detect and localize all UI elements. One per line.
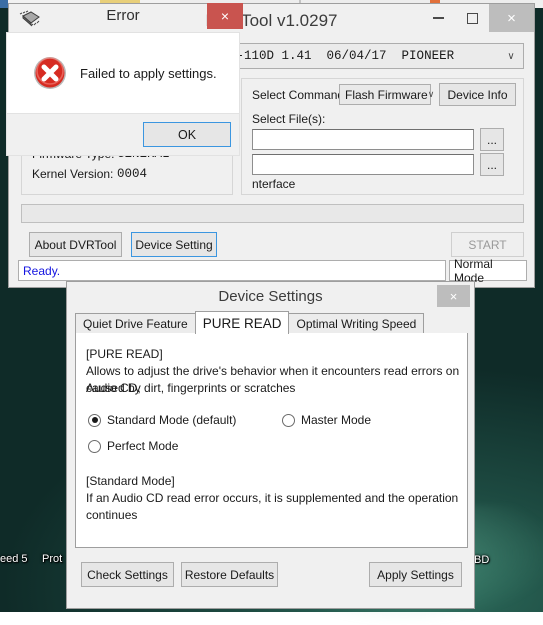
tab-quiet-drive-feature[interactable]: Quiet Drive Feature <box>75 313 196 333</box>
desktop-label-3: BD <box>474 554 489 566</box>
device-settings-title: Device Settings <box>67 282 474 312</box>
maximize-icon <box>467 13 478 24</box>
tab-optimal-writing-speed[interactable]: Optimal Writing Speed <box>288 313 424 333</box>
interface-label: nterface <box>252 177 295 191</box>
radio-label-perfect-mode: Perfect Mode <box>107 439 178 453</box>
value-kernel-version: 0004 <box>117 167 147 181</box>
select-command-dropdown[interactable]: Flash Firmware ∨ <box>339 84 431 105</box>
close-icon: × <box>450 289 458 304</box>
file-input-1[interactable] <box>252 129 474 150</box>
error-dialog-title-bar: Error × <box>1 1 245 31</box>
description-line-2: caused by dirt, fingerprints or scratche… <box>86 380 295 397</box>
check-settings-button[interactable]: Check Settings <box>81 562 174 587</box>
browse-button-2[interactable]: ... <box>480 153 504 176</box>
start-button[interactable]: START <box>451 232 524 257</box>
error-dialog-close-button[interactable]: × <box>207 3 243 29</box>
error-ok-button[interactable]: OK <box>143 122 231 147</box>
error-x-icon <box>33 56 67 90</box>
minimize-icon <box>433 17 444 19</box>
error-dialog-message: Failed to apply settings. <box>80 66 217 81</box>
device-settings-title-bar: Device Settings × <box>67 282 474 312</box>
section-heading: [PURE READ] <box>86 346 163 363</box>
label-kernel-version: Kernel Version: <box>32 167 113 181</box>
about-dvrtool-button[interactable]: About DVRTool <box>29 232 122 257</box>
device-settings-footer: Check Settings Restore Defaults Apply Se… <box>75 552 468 598</box>
radio-master-mode[interactable]: Master Mode <box>282 413 371 427</box>
radio-label-standard-mode: Standard Mode (default) <box>107 413 236 427</box>
select-command-value: Flash Firmware <box>340 88 428 102</box>
radio-indicator-standard-mode <box>88 414 101 427</box>
status-text: Ready. <box>18 260 446 281</box>
maximize-button[interactable] <box>455 4 489 32</box>
error-dialog-body: Failed to apply settings. <box>6 32 240 114</box>
radio-indicator-perfect-mode <box>88 440 101 453</box>
radio-label-master-mode: Master Mode <box>301 413 371 427</box>
close-button[interactable]: × <box>489 4 534 32</box>
mode-description: If an Audio CD read error occurs, it is … <box>86 490 467 524</box>
radio-indicator-master-mode <box>282 414 295 427</box>
device-settings-close-button[interactable]: × <box>437 285 470 307</box>
close-icon: × <box>507 11 516 26</box>
minimize-button[interactable] <box>421 4 455 32</box>
browse-button-1[interactable]: ... <box>480 128 504 151</box>
progress-bar <box>21 204 524 223</box>
select-command-label: Select Command: <box>252 88 347 102</box>
radio-standard-mode[interactable]: Standard Mode (default) <box>88 413 236 427</box>
error-dialog-button-row: OK <box>6 114 240 156</box>
device-settings-button[interactable]: Device Setting <box>131 232 217 257</box>
file-input-2[interactable] <box>252 154 474 175</box>
desktop-label-2: Prot <box>42 553 62 565</box>
apply-settings-button[interactable]: Apply Settings <box>369 562 462 587</box>
close-icon: × <box>221 8 229 24</box>
error-dialog: Error × Failed to apply settings. OK <box>0 0 246 162</box>
mode-heading: [Standard Mode] <box>86 473 175 490</box>
desktop-label-1: eed 5 <box>0 553 28 565</box>
tab-pure-read[interactable]: PURE READ <box>195 311 290 334</box>
device-settings-window: Device Settings × Quiet Drive Feature PU… <box>66 281 475 609</box>
chevron-down-icon: ∨ <box>428 89 435 100</box>
device-info-button[interactable]: Device Info <box>439 83 516 106</box>
command-group: Select Command: Flash Firmware ∨ Device … <box>241 78 524 195</box>
device-settings-tabs: Quiet Drive Feature PURE READ Optimal Wr… <box>75 312 468 334</box>
chevron-down-icon: ∨ <box>499 51 523 62</box>
select-files-label: Select File(s): <box>252 112 325 126</box>
status-bar: Ready. Normal Mode <box>18 260 527 281</box>
mode-indicator: Normal Mode <box>449 260 527 281</box>
pure-read-panel: [PURE READ] Allows to adjust the drive's… <box>75 333 468 548</box>
restore-defaults-button[interactable]: Restore Defaults <box>181 562 278 587</box>
radio-perfect-mode[interactable]: Perfect Mode <box>88 439 178 453</box>
